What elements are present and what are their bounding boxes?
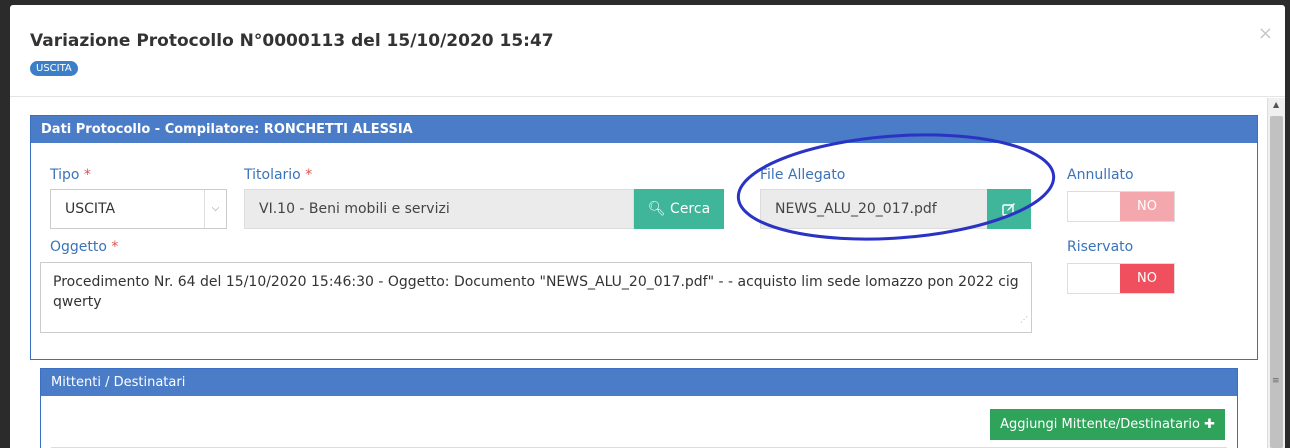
- annullato-toggle-value: NO: [1120, 192, 1174, 221]
- tipo-select-value: USCITA: [65, 201, 116, 217]
- titolario-label: Titolario *: [244, 167, 312, 183]
- oggetto-text: Procedimento Nr. 64 del 15/10/2020 15:46…: [53, 274, 1019, 310]
- scroll-up-icon[interactable]: ▲: [1273, 100, 1279, 109]
- riservato-label: Riservato: [1067, 239, 1134, 255]
- modal-body: Dati Protocollo - Compilatore: RONCHETTI…: [10, 98, 1265, 448]
- annullato-toggle[interactable]: NO: [1067, 191, 1175, 222]
- oggetto-textarea[interactable]: Procedimento Nr. 64 del 15/10/2020 15:46…: [40, 262, 1032, 333]
- add-recipient-label: Aggiungi Mittente/Destinatario: [1000, 417, 1200, 432]
- required-mark: *: [111, 239, 119, 255]
- riservato-toggle[interactable]: NO: [1067, 263, 1175, 294]
- oggetto-label-text: Oggetto: [50, 239, 107, 255]
- tipo-select[interactable]: USCITA ⌵: [50, 189, 227, 229]
- modal-title: Variazione Protocollo N°0000113 del 15/1…: [30, 31, 554, 51]
- chevron-down-icon: ⌵: [204, 190, 226, 228]
- file-allegato-label: File Allegato: [760, 167, 846, 183]
- search-button-label: Cerca: [670, 201, 711, 217]
- file-allegato-value: NEWS_ALU_20_017.pdf: [775, 201, 937, 217]
- scroll-grip-icon: ≡: [1272, 376, 1280, 386]
- plus-icon: ✚: [1204, 417, 1215, 432]
- annullato-label: Annullato: [1067, 167, 1134, 183]
- titolario-label-text: Titolario: [244, 167, 301, 183]
- recipients-panel: Mittenti / Destinatari Aggiungi Mittente…: [40, 368, 1238, 448]
- edit-file-button[interactable]: [987, 189, 1031, 229]
- direction-badge: USCITA: [30, 61, 78, 76]
- file-allegato-input: NEWS_ALU_20_017.pdf: [760, 189, 988, 229]
- titolario-value: VI.10 - Beni mobili e servizi: [259, 201, 450, 217]
- resize-grip-icon[interactable]: ⋰: [1020, 310, 1028, 330]
- scroll-thumb[interactable]: ≡: [1270, 116, 1283, 448]
- search-icon: 🔍︎: [647, 201, 666, 217]
- titolario-input[interactable]: VI.10 - Beni mobili e servizi: [244, 189, 634, 229]
- riservato-toggle-value: NO: [1120, 264, 1174, 293]
- search-titolario-button[interactable]: 🔍︎ Cerca: [634, 189, 724, 229]
- modal-header: Variazione Protocollo N°0000113 del 15/1…: [10, 5, 1285, 97]
- tipo-label-text: Tipo: [50, 167, 80, 183]
- panel-heading: Dati Protocollo - Compilatore: RONCHETTI…: [31, 116, 1257, 143]
- tipo-label: Tipo *: [50, 167, 91, 183]
- vertical-scrollbar[interactable]: ▲ ≡: [1267, 98, 1285, 448]
- add-recipient-button[interactable]: Aggiungi Mittente/Destinatario ✚: [990, 409, 1225, 440]
- oggetto-label: Oggetto *: [50, 239, 118, 255]
- required-mark: *: [83, 167, 91, 183]
- close-icon[interactable]: ×: [1258, 23, 1273, 44]
- edit-icon: [1002, 203, 1015, 216]
- required-mark: *: [305, 167, 313, 183]
- protocol-edit-modal: Variazione Protocollo N°0000113 del 15/1…: [10, 5, 1285, 448]
- recipients-heading: Mittenti / Destinatari: [41, 369, 1237, 396]
